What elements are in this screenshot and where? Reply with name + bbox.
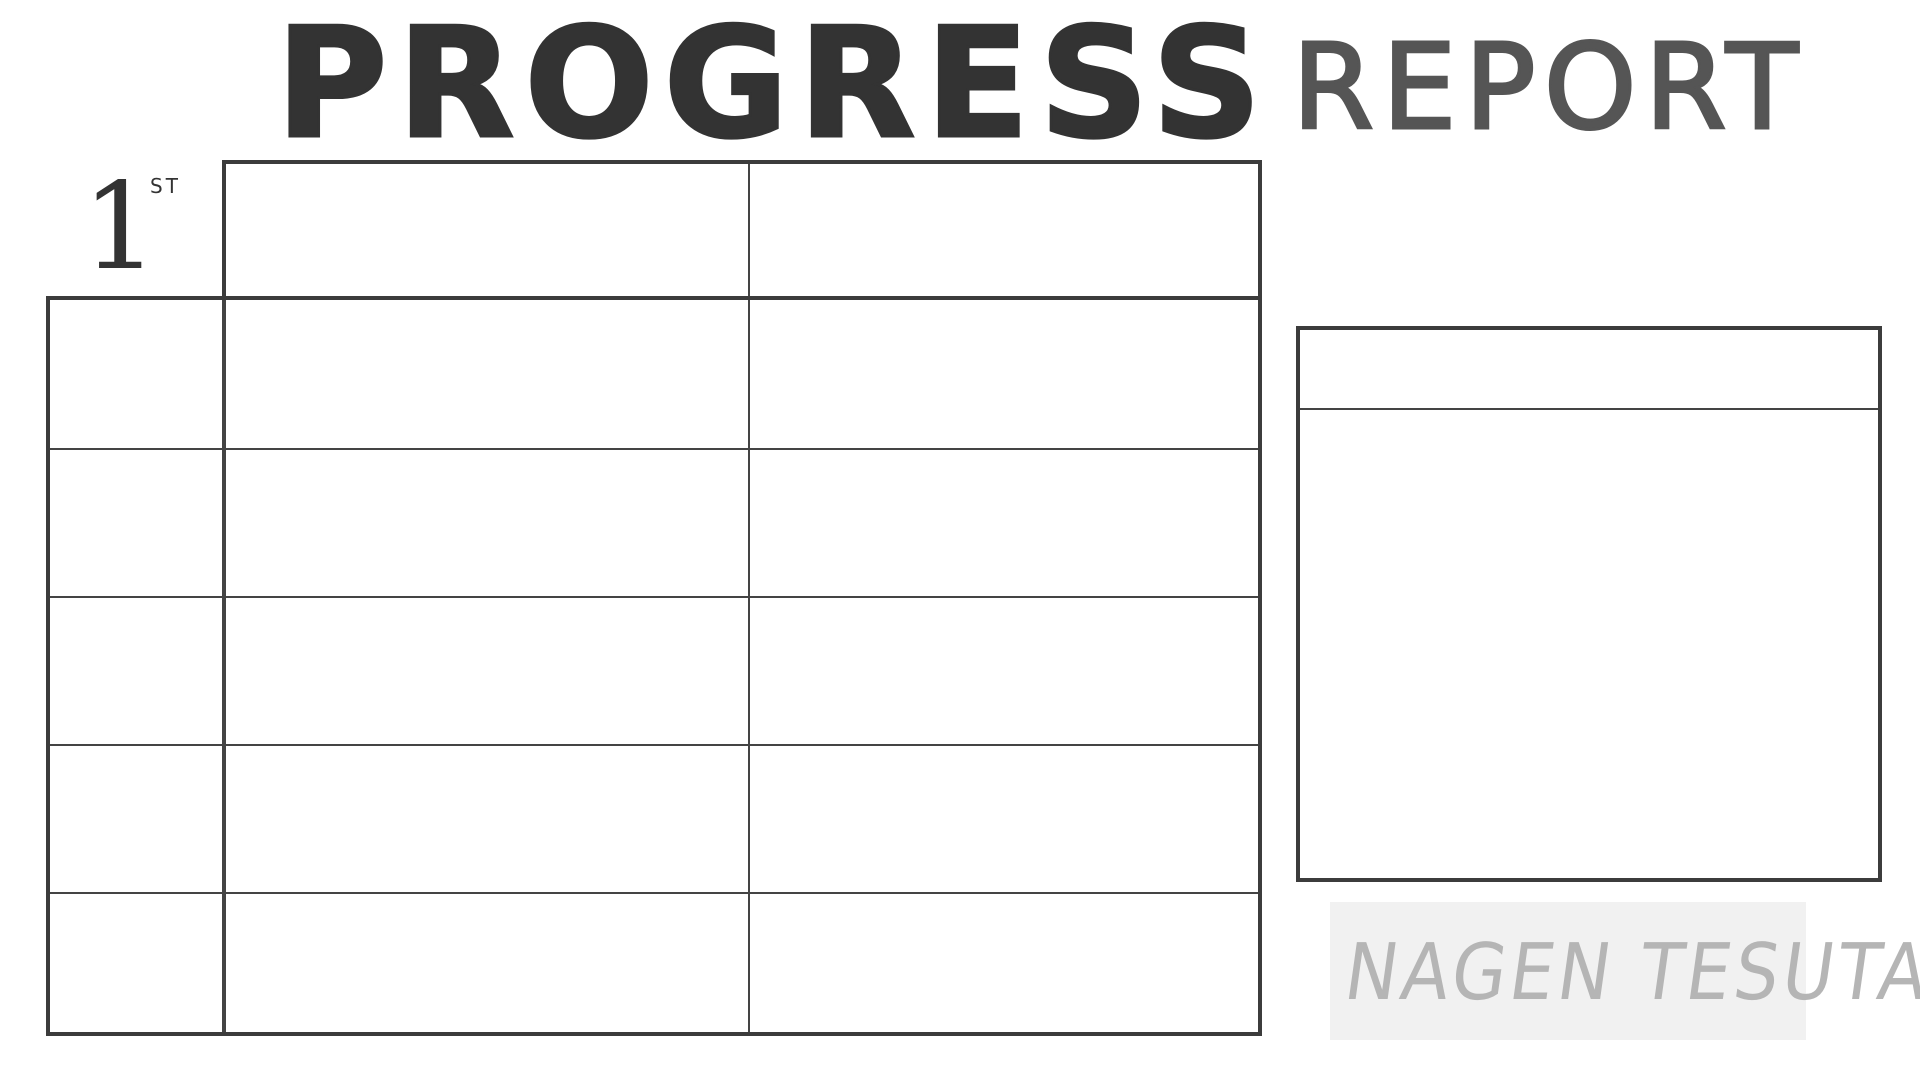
table-row-4-label[interactable] [50, 746, 222, 892]
side-box-header-cell[interactable] [1300, 330, 1878, 408]
header-cell-2[interactable] [750, 164, 1262, 296]
table-row-3-label[interactable] [50, 598, 222, 744]
side-box-body-cell[interactable] [1300, 410, 1878, 878]
progress-table [46, 296, 1262, 1036]
table-row-5-label[interactable] [50, 894, 222, 1032]
table-row-2-cell-2[interactable] [750, 450, 1258, 596]
header-row-grid [222, 160, 1262, 296]
header-cell-1[interactable] [226, 164, 748, 296]
signature: NAGEN TESUTA [1339, 928, 1920, 1018]
report-title-report: REPORT [1290, 18, 1807, 156]
signature-area: NAGEN TESUTA [1330, 902, 1920, 1040]
table-row-5-cell-2[interactable] [750, 894, 1258, 1032]
table-row-3-cell-2[interactable] [750, 598, 1258, 744]
table-row-4-cell-1[interactable] [226, 746, 748, 892]
term-marker: 1 ST [82, 168, 178, 288]
table-row-2-cell-1[interactable] [226, 450, 748, 596]
term-number: 1 [82, 158, 159, 297]
table-row-2-label[interactable] [50, 450, 222, 596]
side-box [1296, 326, 1882, 882]
table-row-5-cell-1[interactable] [226, 894, 748, 1032]
table-row-1-cell-2[interactable] [750, 300, 1258, 448]
term-suffix: ST [150, 174, 181, 198]
table-row-3-cell-1[interactable] [226, 598, 748, 744]
table-row-1-label[interactable] [50, 300, 222, 448]
table-row-4-cell-2[interactable] [750, 746, 1258, 892]
table-row-1-cell-1[interactable] [226, 300, 748, 448]
report-title-progress: PROGRESS [274, 0, 1272, 172]
